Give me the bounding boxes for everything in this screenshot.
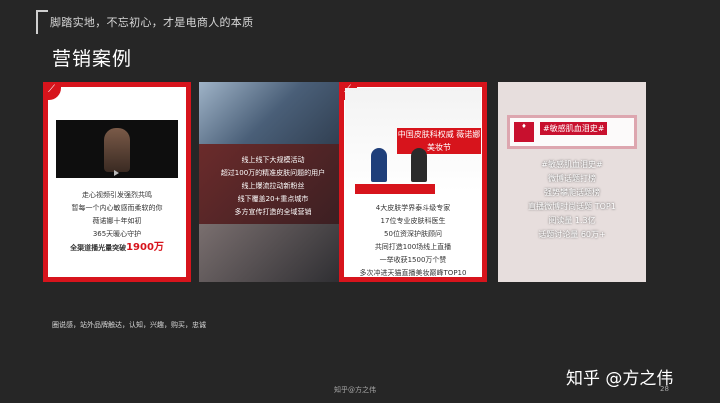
case-line: 薇诺娜十年如初 xyxy=(92,217,142,225)
speaker-figure xyxy=(411,148,427,182)
case-line: 线上线下大规模活动 xyxy=(241,156,305,164)
case-line: 微博话题打榜 xyxy=(548,174,596,183)
case-line: 超过100万的精准皮肤问题的用户 xyxy=(220,169,326,177)
brand-logo-icon: ♦ xyxy=(514,122,534,142)
case-line: 多方宣传打造的全域营销 xyxy=(234,208,312,216)
case-line: 线下覆盖20+重点城市 xyxy=(237,195,309,203)
header-tagline: 脚踏实地，不忘初心，才是电商人的本质 xyxy=(50,16,254,29)
speaker-figure xyxy=(371,148,387,182)
case-line: 话题讨论量 60万+ xyxy=(538,230,606,239)
highlight-value: 1900万 xyxy=(126,242,164,253)
promoter-photo xyxy=(199,224,347,282)
header-bracket xyxy=(36,10,48,34)
case-card-video[interactable]: ⟋ 走心视频引发强烈共鸣 暂每一个内心敏感而柔软的你 薇诺娜十年如初 365天暖… xyxy=(43,82,191,282)
case-line: 4大皮肤学界泰斗级专家 xyxy=(375,204,451,212)
case-line: 50位资深护肤顾问 xyxy=(384,230,442,238)
case-line: 直播微博时尚话题 TOP1 xyxy=(528,202,616,211)
case-highlight-line: 全渠道播光量突破1900万 xyxy=(43,241,191,255)
case-line: 阅读量 1.3亿 xyxy=(548,216,596,225)
video-thumbnail[interactable] xyxy=(56,120,178,178)
case-text: #敏感肌血泪史# 微博话题打榜 强势攀爬话题榜 直播微博时尚话题 TOP1 阅读… xyxy=(498,158,646,242)
case-card-weibo[interactable]: ♦ #敏感肌血泪史# #敏感肌血泪史# 微博话题打榜 强势攀爬话题榜 直播微博时… xyxy=(498,82,646,282)
livestream-banner: 中国皮肤科权威 薇诺娜美妆节 xyxy=(345,88,481,194)
case-line: 多次冲进天猫直播美妆巅峰TOP10 xyxy=(359,269,467,277)
case-text: 线上线下大规模活动 超过100万的精准皮肤问题的用户 线上爆流拉动新粉丝 线下覆… xyxy=(199,154,347,219)
highlight-prefix: 全渠道播光量突破 xyxy=(70,244,127,252)
weibo-post-frame: ♦ #敏感肌血泪史# xyxy=(510,118,634,146)
play-icon xyxy=(114,170,119,176)
store-photo xyxy=(199,82,347,144)
zhihu-watermark: 知乎 @方之伟 xyxy=(566,369,674,389)
brand-bar xyxy=(355,184,435,194)
case-text: 走心视频引发强烈共鸣 暂每一个内心敏感而柔软的你 薇诺娜十年如初 365天暖心守… xyxy=(43,189,191,255)
case-card-livestream[interactable]: ⟋ 中国皮肤科权威 薇诺娜美妆节 4大皮肤学界泰斗级专家 17位专业皮肤科医生 … xyxy=(339,82,487,282)
weibo-topic-tag: #敏感肌血泪史# xyxy=(540,122,608,135)
case-line: 线上爆流拉动新粉丝 xyxy=(241,182,305,190)
case-line: 暂每一个内心敏感而柔软的你 xyxy=(71,204,163,212)
case-text: 4大皮肤学界泰斗级专家 17位专业皮肤科医生 50位资深护肤顾问 共同打造100… xyxy=(339,202,487,280)
case-line: #敏感肌血泪史# xyxy=(541,160,603,169)
funnel-caption: 圈说感，站外品牌触达，认知，兴趣，购买，忠诚 xyxy=(52,321,206,329)
case-line: 365天暖心守护 xyxy=(92,230,142,238)
case-card-offline[interactable]: 线上线下大规模活动 超过100万的精准皮肤问题的用户 线上爆流拉动新粉丝 线下覆… xyxy=(199,82,347,282)
page-title: 营销案例 xyxy=(52,48,133,70)
page-number: 28 xyxy=(660,385,669,393)
case-line: 一举收获1500万个赞 xyxy=(379,256,447,264)
case-line: 共同打造100场线上直播 xyxy=(374,243,452,251)
author-credit: 知乎@方之伟 xyxy=(334,386,376,394)
banner-title: 中国皮肤科权威 薇诺娜美妆节 xyxy=(397,128,481,154)
case-line: 17位专业皮肤科医生 xyxy=(380,217,446,225)
case-line: 强势攀爬话题榜 xyxy=(544,188,600,197)
actor-image xyxy=(104,128,130,172)
corner-mark-icon: ⟋ xyxy=(43,82,61,100)
case-line: 走心视频引发强烈共鸣 xyxy=(82,191,152,199)
